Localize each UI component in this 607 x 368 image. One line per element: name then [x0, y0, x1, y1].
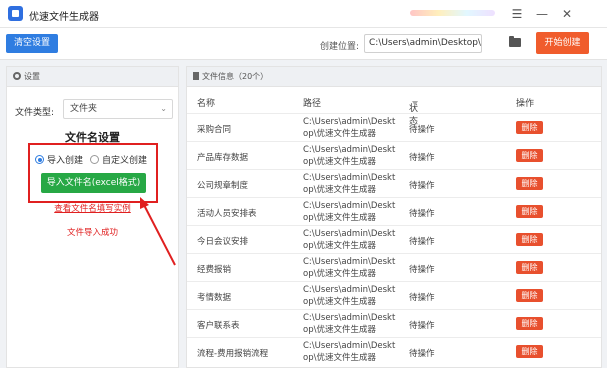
row-path-line2: op\优速文件生成器	[303, 297, 376, 307]
delete-button[interactable]: 删除	[516, 121, 543, 134]
row-path-line2: op\优速文件生成器	[303, 129, 376, 139]
table-row: 产品库存数据 C:\Users\admin\Deskt op\优速文件生成器 待操…	[187, 141, 601, 169]
row-path: C:\Users\admin\Deskt op\优速文件生成器	[303, 200, 395, 224]
delete-button[interactable]: 删除	[516, 177, 543, 190]
row-name: 产品库存数据	[197, 153, 249, 163]
row-path-line1: C:\Users\admin\Deskt	[303, 201, 396, 211]
settings-panel: 设置 文件类型: 文件夹 ⌄ 文件名设置 导入创建 自定义创建 导入文件名(ex…	[6, 66, 179, 368]
table-row: 今日会议安排 C:\Users\admin\Deskt op\优速文件生成器 待操…	[187, 225, 601, 253]
decorative-glow	[410, 10, 495, 16]
menu-icon[interactable]: ☰	[507, 4, 527, 24]
clear-settings-button[interactable]: 清空设置	[6, 34, 58, 53]
document-icon	[193, 72, 199, 80]
row-name: 考情数据	[197, 293, 232, 303]
file-info-header-label: 文件信息（20个）	[202, 72, 269, 81]
row-path-line1: C:\Users\admin\Deskt	[303, 285, 396, 295]
delete-button[interactable]: 删除	[516, 345, 543, 358]
table-row: 活动人员安排表 C:\Users\admin\Deskt op\优速文件生成器 待…	[187, 197, 601, 225]
row-name: 公司规章制度	[197, 181, 249, 191]
row-path-line1: C:\Users\admin\Deskt	[303, 313, 396, 323]
table-header: 名称 路径 状态 操作	[187, 91, 601, 127]
row-path-line1: C:\Users\admin\Deskt	[303, 257, 396, 267]
column-name: 名称	[197, 99, 216, 109]
row-name: 客户联系表	[197, 321, 240, 331]
row-status: 待操作	[409, 181, 435, 191]
row-path: C:\Users\admin\Deskt op\优速文件生成器	[303, 284, 395, 308]
app-title: 优速文件生成器	[29, 12, 99, 23]
table-row: 考情数据 C:\Users\admin\Deskt op\优速文件生成器 待操作 …	[187, 281, 601, 309]
file-info-header: 文件信息（20个）	[187, 67, 601, 87]
delete-button[interactable]: 删除	[516, 149, 543, 162]
row-path-line2: op\优速文件生成器	[303, 185, 376, 195]
row-name: 活动人员安排表	[197, 209, 257, 219]
start-create-button[interactable]: 开始创建	[536, 32, 589, 54]
row-status: 待操作	[409, 349, 435, 359]
row-status: 待操作	[409, 265, 435, 275]
row-status: 待操作	[409, 125, 435, 135]
table-row: 公司规章制度 C:\Users\admin\Deskt op\优速文件生成器 待操…	[187, 169, 601, 197]
row-name: 经费报销	[197, 265, 232, 275]
minimize-icon[interactable]: —	[532, 4, 552, 24]
row-path-line1: C:\Users\admin\Deskt	[303, 173, 396, 183]
file-info-panel: 文件信息（20个） 名称 路径 状态 操作 采购合同 C:\Users\admi…	[186, 66, 602, 368]
column-path: 路径	[303, 99, 322, 109]
create-location-input[interactable]: C:\Users\admin\Desktop\优速	[364, 34, 482, 53]
row-path-line2: op\优速文件生成器	[303, 213, 376, 223]
row-path-line2: op\优速文件生成器	[303, 353, 376, 363]
annotation-arrow	[140, 197, 176, 266]
toolbar: 清空设置 创建位置: C:\Users\admin\Desktop\优速 开始创…	[0, 28, 607, 60]
row-status: 待操作	[409, 209, 435, 219]
row-path: C:\Users\admin\Deskt op\优速文件生成器	[303, 256, 395, 280]
row-path-line1: C:\Users\admin\Deskt	[303, 145, 396, 155]
row-path-line2: op\优速文件生成器	[303, 157, 376, 167]
row-path-line1: C:\Users\admin\Deskt	[303, 341, 396, 351]
row-path-line2: op\优速文件生成器	[303, 325, 376, 335]
row-name: 流程-费用报销流程	[197, 349, 269, 359]
title-bar: 优速文件生成器 ☰ — ✕	[0, 0, 607, 28]
table-row: 流程-费用报销流程 C:\Users\admin\Deskt op\优速文件生成器…	[187, 337, 601, 365]
row-path-line1: C:\Users\admin\Deskt	[303, 229, 396, 239]
row-path-line2: op\优速文件生成器	[303, 241, 376, 251]
close-icon[interactable]: ✕	[557, 4, 577, 24]
row-path: C:\Users\admin\Deskt op\优速文件生成器	[303, 312, 395, 336]
table-row: 客户联系表 C:\Users\admin\Deskt op\优速文件生成器 待操作…	[187, 309, 601, 337]
delete-button[interactable]: 删除	[516, 289, 543, 302]
table-row: 经费报销 C:\Users\admin\Deskt op\优速文件生成器 待操作 …	[187, 253, 601, 281]
row-status: 待操作	[409, 153, 435, 163]
row-path: C:\Users\admin\Deskt op\优速文件生成器	[303, 340, 395, 364]
folder-icon[interactable]	[509, 36, 521, 47]
create-location-label: 创建位置:	[320, 42, 360, 52]
delete-button[interactable]: 删除	[516, 233, 543, 246]
row-path: C:\Users\admin\Deskt op\优速文件生成器	[303, 144, 395, 168]
row-path: C:\Users\admin\Deskt op\优速文件生成器	[303, 228, 395, 252]
row-name: 采购合同	[197, 125, 232, 135]
row-name: 今日会议安排	[197, 237, 249, 247]
row-status: 待操作	[409, 237, 435, 247]
row-status: 待操作	[409, 293, 435, 303]
filter-icon[interactable]	[412, 101, 418, 106]
table-row: 采购合同 C:\Users\admin\Deskt op\优速文件生成器 待操作 …	[187, 113, 601, 141]
delete-button[interactable]: 删除	[516, 317, 543, 330]
delete-button[interactable]: 删除	[516, 261, 543, 274]
app-logo-icon	[8, 6, 23, 21]
delete-button[interactable]: 删除	[516, 205, 543, 218]
row-path: C:\Users\admin\Deskt op\优速文件生成器	[303, 172, 395, 196]
row-path-line2: op\优速文件生成器	[303, 269, 376, 279]
row-status: 待操作	[409, 321, 435, 331]
column-action: 操作	[516, 99, 535, 109]
row-path-line1: C:\Users\admin\Deskt	[303, 117, 396, 127]
row-path: C:\Users\admin\Deskt op\优速文件生成器	[303, 116, 395, 140]
